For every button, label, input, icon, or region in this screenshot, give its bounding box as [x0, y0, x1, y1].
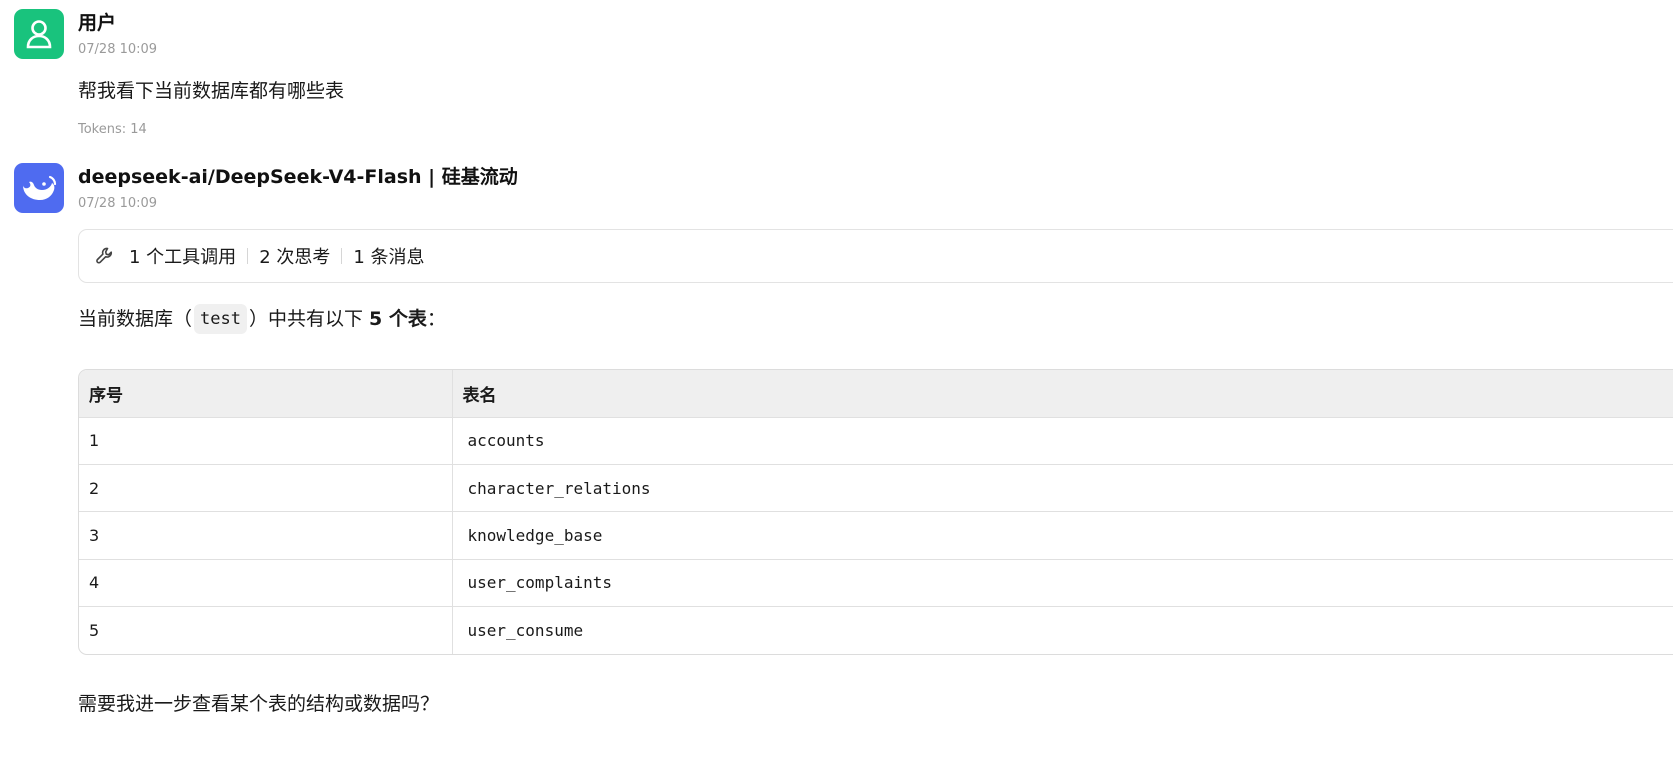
table-row: 1 accounts — [79, 417, 1673, 465]
row-table-name: user_complaints — [452, 559, 1673, 608]
row-index: 1 — [79, 417, 453, 465]
row-index: 4 — [79, 559, 453, 608]
user-sender-name: 用户 — [78, 12, 117, 34]
table-count-bold: 5 个表 — [369, 308, 427, 330]
table-header-row: 序号 表名 — [79, 370, 1673, 418]
assistant-timestamp: 07/28 10:09 — [78, 196, 158, 211]
user-icon — [26, 20, 52, 49]
user-message-text: 帮我看下当前数据库都有哪些表 — [78, 80, 345, 102]
row-table-name: accounts — [452, 417, 1673, 465]
row-table-name: user_consume — [467, 621, 584, 640]
answer-intro: 当前数据库（ test ）中共有以下 5 个表 ： — [78, 304, 446, 334]
divider — [341, 248, 343, 264]
table-row: 3 knowledge_base — [79, 511, 1673, 560]
table-row: 4 user_complaints — [79, 559, 1673, 608]
table-row: 5 user_consume — [79, 606, 1673, 654]
row-table-name: character_relations — [452, 464, 1673, 513]
row-index: 3 — [79, 511, 453, 560]
thinking-count: 2 次思考 — [259, 247, 331, 268]
closing-question: 需要我进一步查看某个表的结构或数据吗？ — [78, 693, 440, 715]
whale-icon — [23, 175, 57, 200]
row-table-name: knowledge_base — [452, 511, 1673, 560]
row-index: 2 — [79, 464, 453, 513]
tool-call-count: 1 个工具调用 — [129, 247, 237, 268]
user-token-count: Tokens: 14 — [78, 122, 147, 137]
intro-text-middle: ）中共有以下 — [248, 308, 370, 330]
user-timestamp: 07/28 10:09 — [78, 42, 158, 57]
db-name-code: test — [194, 304, 247, 334]
intro-text-before: 当前数据库（ — [78, 308, 193, 330]
header-index: 序号 — [79, 370, 453, 418]
divider — [247, 248, 249, 264]
intro-text-after: ： — [426, 308, 446, 330]
wrench-icon — [95, 246, 115, 266]
message-count: 1 条消息 — [353, 247, 425, 268]
table-row: 2 character_relations — [79, 464, 1673, 513]
assistant-sender-name: deepseek-ai/DeepSeek-V4-Flash | 硅基流动 — [78, 166, 518, 188]
chat-window: 用户 07/28 10:09 帮我看下当前数据库都有哪些表 Tokens: 14… — [0, 0, 1673, 773]
assistant-avatar — [14, 163, 64, 213]
tables-list: 序号 表名 1 accounts 2 character_relations 3… — [78, 369, 1673, 655]
row-index: 5 — [79, 606, 453, 654]
header-table-name: 表名 — [452, 370, 1673, 418]
user-avatar — [14, 9, 64, 59]
tool-call-summary[interactable]: 1 个工具调用 2 次思考 1 条消息 — [78, 229, 1673, 283]
